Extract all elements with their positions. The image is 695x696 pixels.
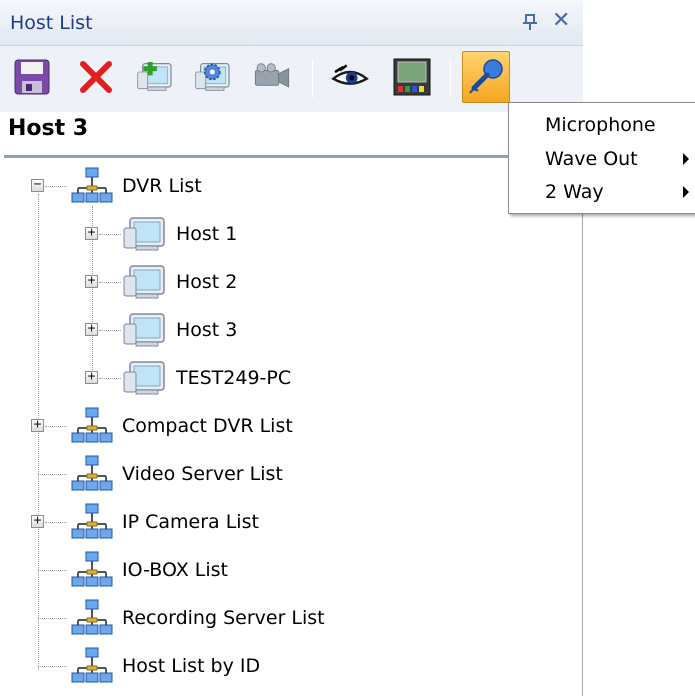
tree-connector xyxy=(99,378,121,379)
video-camera-icon xyxy=(254,63,290,88)
tree-item-host[interactable]: Host 1 xyxy=(122,214,237,254)
tree-item-recording-server-list[interactable]: Recording Server List xyxy=(68,598,325,638)
collapse-toggle[interactable]: − xyxy=(31,178,44,192)
tree-item-label: IO-BOX List xyxy=(122,559,228,581)
network-icon xyxy=(68,454,116,494)
display-button[interactable] xyxy=(388,51,436,103)
tree-item-label: Recording Server List xyxy=(122,607,325,629)
tree-item-label: Host 3 xyxy=(176,319,238,341)
submenu-arrow-icon xyxy=(683,186,689,198)
tree-connector xyxy=(38,666,67,667)
toolbar xyxy=(0,46,583,112)
tree-item-host[interactable]: TEST249-PC xyxy=(122,358,291,398)
tree-item-label: Video Server List xyxy=(122,463,283,485)
network-icon xyxy=(68,598,116,638)
expand-toggle[interactable]: + xyxy=(31,418,44,432)
add-monitor-icon xyxy=(136,62,176,97)
microphone-icon xyxy=(469,59,503,94)
camera-button[interactable] xyxy=(248,51,296,103)
expand-toggle[interactable]: + xyxy=(85,370,98,384)
add-host-button[interactable] xyxy=(132,51,180,103)
expand-toggle[interactable]: + xyxy=(85,274,98,288)
tree-connector xyxy=(45,426,67,427)
toolbar-separator xyxy=(450,60,451,98)
tree-connector xyxy=(99,330,121,331)
panel-title: Host List xyxy=(10,12,93,34)
menu-item-label: Wave Out xyxy=(545,148,638,170)
host-settings-button[interactable] xyxy=(190,51,238,103)
tree-guide xyxy=(38,194,39,670)
tree-item-label: TEST249-PC xyxy=(176,367,292,389)
pin-icon[interactable] xyxy=(520,12,540,32)
tree-connector xyxy=(99,234,121,235)
tree-item-compact-dvr-list[interactable]: Compact DVR List xyxy=(68,406,293,446)
expand-toggle[interactable]: + xyxy=(85,226,98,240)
tree-item-host[interactable]: Host 3 xyxy=(122,310,237,350)
display-screen-icon xyxy=(393,58,431,96)
menu-item-2-way[interactable]: 2 Way xyxy=(509,176,695,208)
tree-item-dvr-list[interactable]: DVR List xyxy=(68,166,202,206)
host-list-panel: Host List ✕ Host 3 − DVR List + Host 1 +… xyxy=(0,0,584,696)
tree-item-video-server-list[interactable]: Video Server List xyxy=(68,454,283,494)
submenu-arrow-icon xyxy=(683,153,689,165)
microphone-context-menu: Microphone Wave Out 2 Way xyxy=(508,102,695,214)
network-icon xyxy=(68,166,116,206)
view-button[interactable] xyxy=(326,51,374,103)
panel-titlebar: Host List ✕ xyxy=(0,0,583,46)
network-icon xyxy=(68,502,116,542)
monitor-icon xyxy=(122,310,170,350)
tree-item-ip-camera-list[interactable]: IP Camera List xyxy=(68,502,259,542)
tree-connector xyxy=(45,186,67,187)
monitor-icon xyxy=(122,214,170,254)
microphone-button[interactable] xyxy=(462,51,510,103)
host-tree: − DVR List + Host 1 + Host 2 + Host 3 + xyxy=(0,158,583,696)
tree-connector xyxy=(45,522,67,523)
toolbar-separator xyxy=(312,60,313,98)
tree-item-label: IP Camera List xyxy=(122,511,259,533)
tree-item-io-box-list[interactable]: IO-BOX List xyxy=(68,550,228,590)
tree-connector xyxy=(38,618,67,619)
save-button[interactable] xyxy=(8,51,56,103)
expand-toggle[interactable]: + xyxy=(31,514,44,528)
tree-item-label: Compact DVR List xyxy=(122,415,293,437)
tree-connector xyxy=(38,474,67,475)
tree-item-label: DVR List xyxy=(122,175,202,197)
expand-toggle[interactable]: + xyxy=(85,322,98,336)
monitor-icon xyxy=(122,262,170,302)
tree-item-label: Host 1 xyxy=(176,223,238,245)
menu-item-label: Microphone xyxy=(545,114,656,136)
selected-host-label: Host 3 xyxy=(8,116,89,141)
delete-icon xyxy=(80,61,112,93)
network-icon xyxy=(68,646,116,686)
menu-item-microphone[interactable]: Microphone xyxy=(509,109,695,141)
close-icon[interactable]: ✕ xyxy=(552,8,570,34)
monitor-icon xyxy=(122,358,170,398)
gear-monitor-icon xyxy=(194,57,234,97)
tree-connector xyxy=(99,282,121,283)
menu-item-wave-out[interactable]: Wave Out xyxy=(509,143,695,175)
delete-button[interactable] xyxy=(72,51,120,103)
network-icon xyxy=(68,550,116,590)
tree-item-host[interactable]: Host 2 xyxy=(122,262,237,302)
tree-item-host-list-by-id[interactable]: Host List by ID xyxy=(68,646,260,686)
tree-item-label: Host 2 xyxy=(176,271,238,293)
save-icon xyxy=(14,59,50,95)
tree-item-label: Host List by ID xyxy=(122,655,261,677)
tree-connector xyxy=(38,570,67,571)
network-icon xyxy=(68,406,116,446)
eye-icon xyxy=(331,64,369,85)
menu-item-label: 2 Way xyxy=(545,181,604,203)
